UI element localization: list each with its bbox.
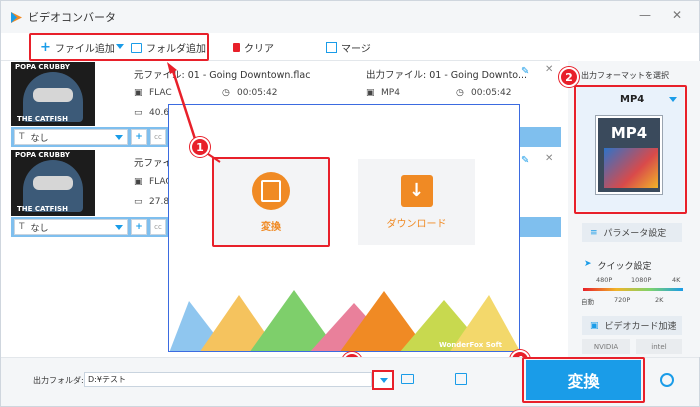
add-folder-label: フォルダ追加 [146,44,206,55]
source-file-label: 元ファイ [134,158,173,169]
source-format: FLAC [149,88,172,98]
chip-icon: ▣ [590,320,599,331]
format-highlight [574,85,687,214]
output-format: MP4 [381,88,400,98]
sliders-icon: ≡ [590,227,598,238]
clear-label: クリア [244,44,274,55]
edit-icon[interactable]: ✎ [521,66,529,77]
quality-tick-4k: 4K [672,276,681,284]
chevron-down-icon [115,135,123,140]
quality-slider[interactable] [583,288,683,291]
download-mode-label: ダウンロード [386,218,447,230]
clock-icon: ◷ [456,88,464,98]
select-format-label: 出力フォーマットを選択 [581,71,669,80]
subtitle-select[interactable]: T なし [14,129,128,145]
add-file-button[interactable]: + ファイル追加 [40,40,115,55]
thumb-caption-top: POPA CRUBBY [15,63,70,71]
merge-label: マージ [341,44,371,55]
subtitle-value: なし [30,133,49,144]
convert-mode-highlight [212,157,330,247]
merge-button[interactable]: マージ [326,40,371,55]
format-icon: ▣ [366,88,375,98]
merge-icon [326,42,337,53]
remove-file-icon[interactable]: ✕ [545,153,553,164]
chevron-down-icon [380,378,388,383]
gpu-label: ビデオカード加速 [604,322,677,332]
subtitle-value: なし [30,223,49,234]
app-logo-icon [10,9,23,23]
edit-icon[interactable]: ✎ [521,155,529,166]
nvidia-badge: NVIDIA [582,339,630,354]
source-size: 27.8 [149,197,170,207]
folder-icon [131,42,142,53]
cc-icon[interactable]: cc [150,129,166,145]
add-file-dropdown-icon[interactable] [116,44,124,49]
thumb-caption-bottom: THE CATFISH [17,115,68,123]
source-file-label: 元ファイル: 01 - Going Downtown.flac [134,70,311,81]
clock-icon: ◷ [222,88,230,98]
intel-badge: intel [636,339,682,354]
add-subtitle-button[interactable]: + [131,219,147,235]
file-thumbnail: POPA CRUBBY THE CATFISH [11,62,95,126]
alarm-icon[interactable] [660,373,674,387]
minimize-button[interactable]: — [639,8,651,22]
clear-button[interactable]: クリア [233,40,274,55]
plus-icon: + [40,40,51,55]
source-duration: 00:05:42 [237,88,278,98]
file-thumbnail: POPA CRUBBY THE CATFISH [11,150,95,216]
quality-tick-2k: 2K [655,296,664,304]
download-mode-button[interactable]: ↓ ダウンロード [358,159,475,245]
size-icon: ▭ [134,108,143,118]
source-size: 40.6 [149,108,170,118]
format-icon: ▣ [134,177,143,187]
export-folder-icon[interactable] [455,373,467,385]
rocket-icon: ➤ [584,259,592,269]
output-file-label: 出力ファイル: 01 - Going Downto... [366,70,528,81]
file-row-bar [520,127,561,147]
quick-settings-label: ➤ クイック設定 [584,259,652,272]
add-file-label: ファイル追加 [54,44,115,55]
add-folder-button[interactable]: フォルダ追加 [131,40,206,55]
thumb-caption-top: POPA CRUBBY [15,151,70,159]
close-button[interactable]: ✕ [672,8,682,22]
trash-icon [233,43,240,52]
callout-badge: 2 [559,67,579,87]
remove-file-icon[interactable]: ✕ [545,64,553,75]
cc-icon[interactable]: cc [150,219,166,235]
download-icon: ↓ [400,174,433,207]
quality-tick-auto: 自動 [581,298,594,306]
output-folder-input[interactable]: D:¥テスト [84,372,372,387]
parameters-button[interactable]: ≡ パラメータ設定 [582,223,682,242]
brand-label: WonderFox Soft [439,341,502,349]
output-folder-value: D:¥テスト [88,375,126,384]
quality-tick-480p: 480P [596,276,613,284]
output-folder-label: 出力フォルダ: [33,376,84,385]
gpu-accel-button[interactable]: ▣ ビデオカード加速 [582,316,682,335]
subtitle-select[interactable]: T なし [14,219,128,235]
callout-badge: 1 [190,137,210,157]
thumb-caption-bottom: THE CATFISH [17,205,68,213]
quality-tick-720p: 720P [614,296,631,304]
text-icon: T [19,222,25,232]
size-icon: ▭ [134,197,143,207]
file-row-bar [520,217,561,237]
chevron-down-icon [115,225,123,230]
add-subtitle-button[interactable]: + [131,129,147,145]
parameters-label: パラメータ設定 [603,229,667,239]
folder-dropdown-button[interactable] [372,370,394,390]
convert-highlight [522,357,645,403]
output-duration: 00:05:42 [471,88,512,98]
open-folder-icon[interactable] [401,374,414,384]
format-icon: ▣ [134,88,143,98]
quality-tick-1080p: 1080P [631,276,652,284]
text-icon: T [19,132,25,142]
window-title: ビデオコンバータ [28,11,116,24]
